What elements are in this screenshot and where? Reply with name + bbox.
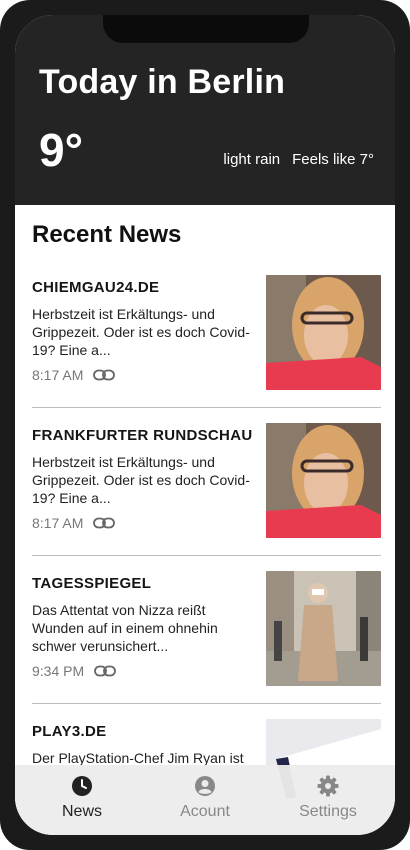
account-icon xyxy=(195,776,215,796)
link-icon[interactable] xyxy=(93,517,116,529)
weather-temperature: 9° xyxy=(39,124,83,176)
gear-icon xyxy=(317,775,339,797)
news-list: CHIEMGAU24.DE Herbstzeit ist Erkältungs-… xyxy=(32,275,381,835)
bottom-tab-bar: News Acount Settings xyxy=(15,765,395,835)
link-icon[interactable] xyxy=(94,665,117,677)
news-item[interactable]: CHIEMGAU24.DE Herbstzeit ist Erkältungs-… xyxy=(32,275,381,423)
clock-icon xyxy=(72,776,92,796)
news-item[interactable]: TAGESSPIEGEL Das Attentat von Nizza reiß… xyxy=(32,571,381,719)
tab-settings[interactable]: Settings xyxy=(283,765,373,835)
news-summary: Herbstzeit ist Erkältungs- und Grippezei… xyxy=(32,306,250,358)
weather-header: Today in Berlin 9° light rain Feels like… xyxy=(15,15,395,205)
news-source: PLAY3.DE xyxy=(32,723,107,740)
device-frame: Today in Berlin 9° light rain Feels like… xyxy=(0,0,410,850)
tab-label: News xyxy=(61,803,102,820)
news-section: Recent News CHIEMGAU24.DE Herbstzeit ist… xyxy=(15,205,395,835)
tab-account[interactable]: Acount xyxy=(160,765,250,835)
news-meta: 9:34 PM xyxy=(32,663,117,679)
news-heading: Recent News xyxy=(32,221,182,248)
news-divider xyxy=(32,703,381,704)
news-summary: Das Attentat von Nizza reißt Wunden auf … xyxy=(32,602,218,654)
news-divider xyxy=(32,555,381,556)
news-time: 9:34 PM xyxy=(32,663,85,679)
device-notch xyxy=(103,15,309,43)
app-screen: Today in Berlin 9° light rain Feels like… xyxy=(15,15,395,835)
news-source: TAGESSPIEGEL xyxy=(32,575,152,592)
news-source: CHIEMGAU24.DE xyxy=(32,279,160,296)
news-thumbnail[interactable] xyxy=(266,275,381,390)
news-meta: 8:17 AM xyxy=(32,367,116,383)
news-source: FRANKFURTER RUNDSCHAU xyxy=(32,427,253,444)
weather-feels-like: Feels like 7° xyxy=(292,151,374,168)
tab-label: Settings xyxy=(299,803,357,820)
news-time: 8:17 AM xyxy=(32,367,84,383)
news-time: 8:17 AM xyxy=(32,515,84,531)
weather-details: light rain Feels like 7° xyxy=(223,151,374,168)
link-icon[interactable] xyxy=(93,369,116,381)
news-summary: Herbstzeit ist Erkältungs- und Grippezei… xyxy=(32,454,250,506)
tab-news[interactable]: News xyxy=(37,765,127,835)
news-item[interactable]: FRANKFURTER RUNDSCHAU Herbstzeit ist Erk… xyxy=(32,423,381,571)
news-thumbnail[interactable] xyxy=(266,571,381,686)
weather-title: Today in Berlin xyxy=(39,63,286,101)
news-thumbnail[interactable] xyxy=(266,423,381,538)
news-divider xyxy=(32,407,381,408)
news-meta: 8:17 AM xyxy=(32,515,116,531)
tab-label: Acount xyxy=(180,803,230,820)
weather-condition: light rain xyxy=(223,151,281,168)
